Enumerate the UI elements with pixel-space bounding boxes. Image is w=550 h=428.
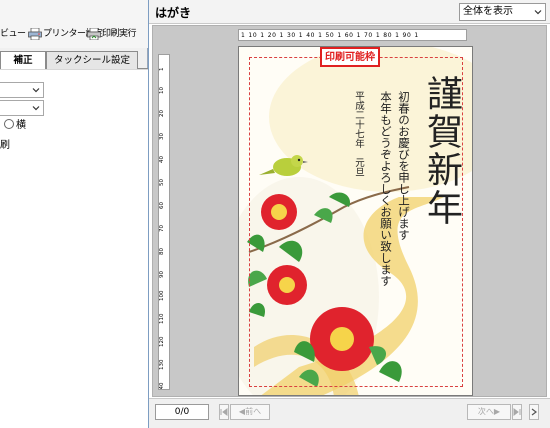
- ruler-left-tick: 1: [159, 67, 165, 72]
- greeting-message-line1: 初春のお慶びを申し上げます: [397, 91, 411, 241]
- ruler-top-tick: 20: [267, 32, 277, 39]
- ruler-top-tick: 70: [364, 32, 373, 39]
- ruler-top-tick: 60: [344, 32, 354, 39]
- scroll-right-button[interactable]: [529, 404, 539, 420]
- next-page-label: 次へ: [477, 407, 494, 416]
- preview-canvas: 1 10 1 20 1 30 1 40 1 50 1 60 1 70 1 80 1 90 1 1 10 20 30 40 50…: [152, 25, 547, 397]
- ruler-left-tick: 70: [159, 225, 165, 232]
- ruler-top-tick: 1: [298, 32, 304, 39]
- ruler-top-tick: 10: [248, 32, 258, 39]
- chevron-right-icon: [531, 408, 537, 416]
- zoom-select[interactable]: 全体を表示: [459, 3, 546, 21]
- settings-tabs: 補正 タックシール設定: [0, 51, 148, 70]
- printer-icon: [28, 27, 42, 40]
- page-number-field[interactable]: 0/0: [155, 404, 209, 420]
- orientation-landscape-label: 横: [16, 120, 26, 131]
- zoom-value: 全体を表示: [463, 6, 513, 17]
- pager-bar: 0/0 ◀前へ 次へ▶: [149, 398, 550, 428]
- print-run-label: 印刷実行: [102, 29, 137, 39]
- ruler-top-tick: 1: [260, 32, 265, 39]
- print-run-icon: [87, 27, 101, 40]
- preview-button[interactable]: ビュー: [0, 26, 26, 42]
- chevron-down-icon: [32, 106, 40, 111]
- ruler-left-tick: 60: [159, 202, 165, 209]
- next-arrow-icon: ▶: [493, 407, 501, 416]
- ruler-left-tick: 100: [159, 290, 165, 302]
- ruler-top-tick: 1: [279, 32, 284, 39]
- ruler-top: 1 10 1 20 1 30 1 40 1 50 1 60 1 70 1 80 1 90 1: [238, 29, 467, 41]
- printable-area-label: 印刷可能枠: [320, 47, 380, 67]
- last-page-button[interactable]: [512, 404, 522, 420]
- left-settings-panel: ビュー プリンター設定 印刷実行 補正 タックシール設定 横 刷: [0, 0, 148, 428]
- ruler-top-tick: 80: [383, 32, 393, 39]
- ruler-top-tick: 1: [318, 32, 323, 39]
- ruler-top-tick: 50: [325, 32, 335, 39]
- orientation-landscape-option[interactable]: 横: [4, 119, 26, 133]
- ruler-left-tick: 50: [159, 179, 165, 186]
- settings-panel-body: 横 刷: [0, 69, 148, 428]
- main-greeting: 謹賀新年: [421, 75, 462, 227]
- ruler-top-tick: 1: [241, 32, 246, 39]
- tab-tack-seal-settings[interactable]: タックシール設定: [46, 51, 138, 69]
- preview-label: ビュー: [0, 29, 26, 39]
- first-page-icon: [220, 408, 228, 416]
- ruler-left-tick: 10: [159, 87, 165, 94]
- settings-dropdown-2[interactable]: [0, 100, 44, 116]
- last-page-icon: [513, 408, 521, 416]
- ruler-top-tick: 40: [306, 32, 316, 39]
- ruler-left-tick: 110: [159, 313, 165, 325]
- ruler-top-tick: 1: [356, 32, 362, 39]
- settings-dropdown-1[interactable]: [0, 82, 44, 98]
- ruler-left-tick: 30: [159, 133, 165, 140]
- ruler-top-tick: 1: [414, 32, 419, 39]
- app-window: ビュー プリンター設定 印刷実行 補正 タックシール設定 横 刷 はがき 全体を…: [0, 0, 550, 428]
- next-page-button[interactable]: 次へ▶: [467, 404, 511, 420]
- ruler-top-tick: 90: [402, 32, 412, 39]
- print-option-label: 刷: [0, 140, 10, 151]
- prev-page-button[interactable]: ◀前へ: [230, 404, 270, 420]
- ruler-left-tick: 90: [159, 271, 165, 278]
- page-title: はがき: [155, 6, 192, 20]
- radio-button[interactable]: [4, 119, 14, 129]
- chevron-down-icon: [32, 88, 40, 93]
- prev-page-label: 前へ: [245, 407, 262, 416]
- greeting-date-line: 平成二十七年 元旦: [353, 91, 364, 177]
- ruler-top-tick: 1: [395, 32, 400, 39]
- first-page-button[interactable]: [219, 404, 229, 420]
- postcard: 印刷可能枠 謹賀新年 初春のお慶びを申し上げます 本年もどうぞよろしくお願い致し…: [238, 46, 473, 396]
- ruler-top-tick: 1: [375, 32, 381, 39]
- ruler-left-tick: 40: [159, 156, 165, 163]
- ruler-left-tick: 130: [159, 359, 165, 371]
- ruler-left-tick: 120: [159, 336, 165, 348]
- preview-area: はがき 全体を表示 1 10 1 20 1 30 1 40 1 50 1 60 1 70 1 80 1 90 1 1…: [149, 0, 550, 428]
- ruler-left-tick: 80: [159, 248, 165, 255]
- chevron-down-icon: [534, 10, 542, 15]
- ruler-top-tick: 1: [337, 32, 342, 39]
- ruler-left: 1 10 20 30 40 50 60 70 80 90 100 110 120 130 140: [158, 54, 170, 390]
- preview-header: はがき 全体を表示: [149, 0, 550, 24]
- print-run-button[interactable]: 印刷実行: [87, 26, 137, 42]
- ruler-top-tick: 30: [286, 32, 296, 39]
- tab-correction[interactable]: 補正: [0, 51, 46, 70]
- greeting-message-line2: 本年もどうぞよろしくお願い致します: [379, 91, 393, 287]
- ruler-left-tick: 140: [159, 382, 165, 390]
- toolbar: ビュー プリンター設定 印刷実行: [0, 0, 148, 48]
- ruler-left-tick: 20: [159, 110, 165, 117]
